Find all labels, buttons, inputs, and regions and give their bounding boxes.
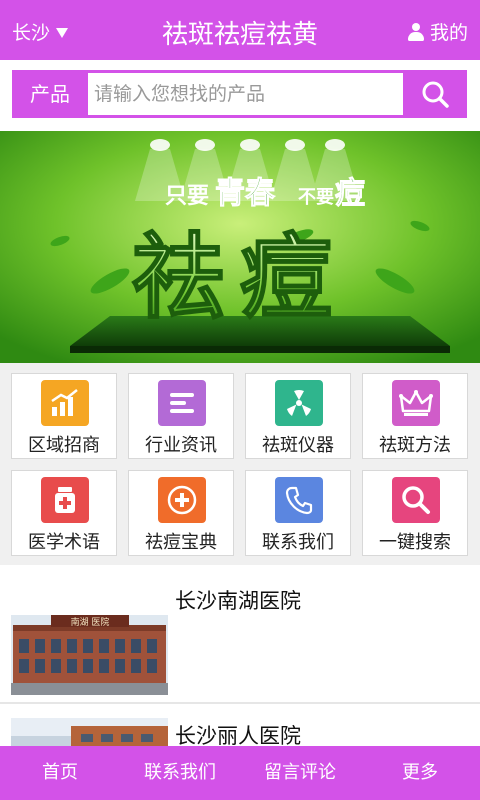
grid-item-icon-bg	[41, 477, 89, 523]
promo-banner[interactable]: 只要 青春 不要 痘 祛痘	[0, 131, 480, 363]
grid-item-label: 行业资讯	[145, 435, 217, 456]
banner-slogan-a: 只要	[165, 184, 209, 209]
search-button[interactable]	[403, 70, 467, 118]
banner-artwork: 只要 青春 不要 痘 祛痘	[0, 131, 480, 363]
grid-item-label: 医学术语	[28, 532, 100, 553]
banner-slogan-c: 不要	[298, 187, 334, 208]
grid-item-icon-bg	[158, 380, 206, 426]
hospital-photo	[11, 718, 168, 746]
tab-more[interactable]: 更多	[360, 746, 480, 800]
grid-item-label: 一键搜索	[379, 532, 451, 553]
list-item-hospital[interactable]: 长沙丽人医院	[0, 704, 480, 746]
grid-item-region-investment[interactable]: 区域招商	[11, 373, 117, 459]
crown-icon	[399, 390, 433, 416]
bottom-tab-bar: 首页 联系我们 留言评论 更多	[0, 746, 480, 800]
grid-item-industry-news[interactable]: 行业资讯	[128, 373, 234, 459]
search-bar: 产品	[12, 70, 467, 118]
grid-item-quick-search[interactable]: 一键搜索	[362, 470, 468, 556]
grid-item-contact-us[interactable]: 联系我们	[245, 470, 351, 556]
grid-item-icon-bg	[158, 477, 206, 523]
grid-item-icon-bg	[275, 380, 323, 426]
user-icon	[407, 22, 424, 41]
tab-comments[interactable]: 留言评论	[240, 746, 360, 800]
grid-item-icon-bg	[41, 380, 89, 426]
listing-name: 长沙丽人医院	[175, 724, 301, 746]
search-icon	[422, 81, 449, 108]
grid-item-label: 区域招商	[28, 435, 100, 456]
my-account-button[interactable]: 我的	[407, 18, 468, 45]
search-category-label[interactable]: 产品	[12, 70, 88, 118]
grid-item-icon-bg	[275, 477, 323, 523]
tab-contact-us[interactable]: 联系我们	[120, 746, 240, 800]
search-icon	[402, 486, 430, 514]
grid-item-medical-terms[interactable]: 医学术语	[11, 470, 117, 556]
grid-item-label: 联系我们	[262, 532, 334, 553]
bar-chart-icon	[51, 389, 78, 416]
grid-item-label: 祛斑方法	[379, 435, 451, 456]
grid-item-label: 祛斑仪器	[262, 435, 334, 456]
plus-circle-icon	[167, 485, 197, 515]
grid-item-icon-bg	[392, 477, 440, 523]
hospital-sign-text: 南湖 医院	[71, 616, 110, 628]
phone-icon	[285, 486, 313, 515]
my-account-label: 我的	[429, 22, 468, 44]
grid-item-spot-devices[interactable]: 祛斑仪器	[245, 373, 351, 459]
tab-home[interactable]: 首页	[0, 746, 120, 800]
grid-item-label: 祛痘宝典	[145, 532, 217, 553]
medicine-bottle-icon	[55, 487, 75, 513]
banner-slogan-b: 青春	[215, 176, 275, 211]
list-item-hospital[interactable]: 南湖 医院 长沙南湖医院	[0, 575, 480, 700]
banner-slogan-d: 痘	[335, 176, 365, 211]
search-input[interactable]	[88, 73, 403, 115]
top-bar: 长沙 祛斑祛痘祛黄 我的	[0, 0, 480, 60]
grid-item-spot-methods[interactable]: 祛斑方法	[362, 373, 468, 459]
hospital-photo: 南湖 医院	[11, 585, 168, 695]
news-lines-icon	[170, 393, 194, 413]
listing-name: 长沙南湖医院	[175, 589, 301, 613]
banner-big-text: 祛痘	[132, 224, 348, 331]
feature-grid: 区域招商 行业资讯 祛斑仪器 祛斑方法 医学术语 祛痘宝典 联系我们 一键搜索	[0, 363, 480, 565]
grid-item-icon-bg	[392, 380, 440, 426]
fan-icon	[287, 390, 311, 416]
grid-item-acne-guide[interactable]: 祛痘宝典	[128, 470, 234, 556]
